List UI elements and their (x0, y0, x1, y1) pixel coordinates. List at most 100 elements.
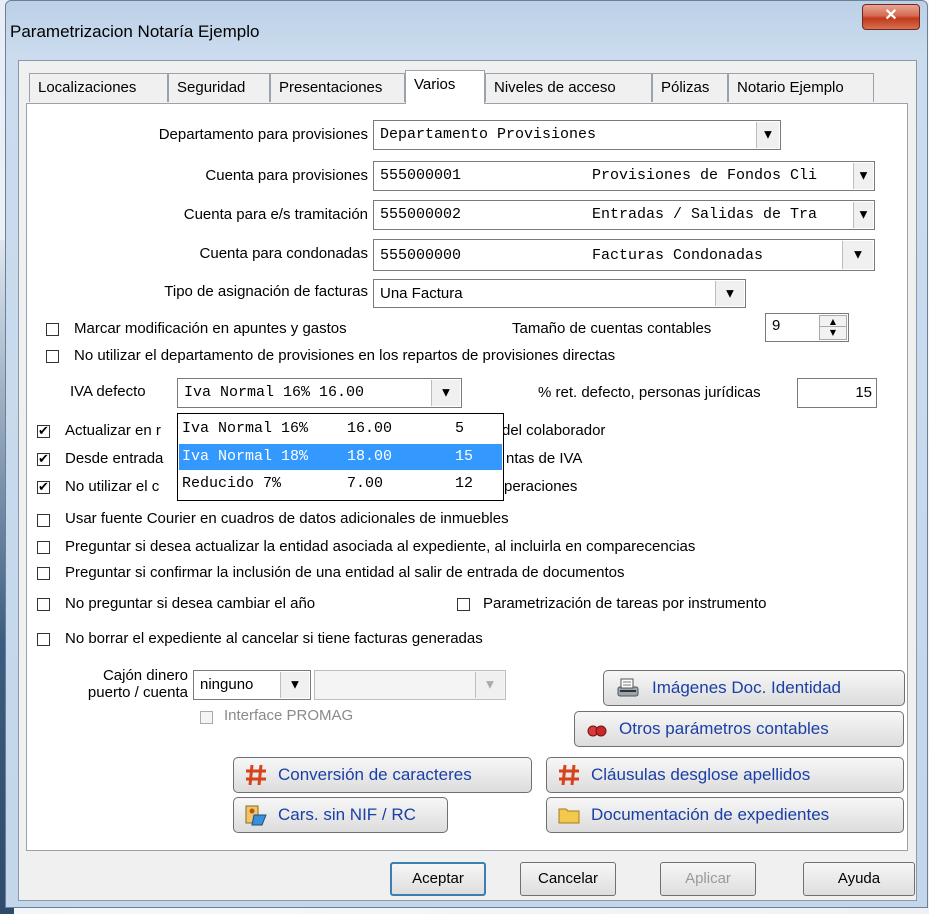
puerto-cuenta-select: ▼ (314, 670, 506, 700)
aplicar-button: Aplicar (660, 862, 756, 896)
actualizar-label: Actualizar en r (65, 422, 161, 439)
cuenta-provisiones-label: Cuenta para provisiones (205, 167, 368, 184)
chevron-down-icon[interactable]: ▼ (853, 202, 873, 228)
cuenta-tramitacion-desc: Entradas / Salidas de Tra (592, 206, 818, 223)
iva-option-7[interactable]: Reducido 7% 7.00 12 (179, 471, 502, 497)
coins-icon (587, 725, 607, 737)
cuenta-provisiones-code: 555000001 (380, 167, 462, 184)
tamano-cuentas-label: Tamaño de cuentas contables (512, 320, 712, 337)
no-utilizar-c-checkbox[interactable]: ✔ (37, 481, 50, 494)
cuenta-tramitacion-label: Cuenta para e/s tramitación (183, 206, 368, 223)
cuenta-tramitacion-select[interactable]: 555000002 Entradas / Salidas de Tra ▼ (373, 200, 875, 230)
conversion-caracteres-button[interactable]: Conversión de caracteres (233, 757, 532, 793)
parametrizacion-tareas-label: Parametrización de tareas por instrument… (483, 595, 767, 612)
tipo-asignacion-select[interactable]: Una Factura ▼ (373, 279, 746, 308)
tamano-cuentas-value: 9 (772, 317, 781, 334)
chevron-down-icon[interactable]: ▼ (853, 163, 873, 189)
cuenta-tramitacion-code: 555000002 (380, 206, 462, 223)
chevron-down-icon: ▼ (475, 672, 504, 698)
preguntar-entidad-checkbox[interactable] (37, 541, 50, 554)
tab-localizaciones[interactable]: Localizaciones (29, 73, 168, 102)
preguntar-confirmar-checkbox[interactable] (37, 567, 50, 580)
no-utilizar-c-label: No utilizar el c (65, 478, 160, 495)
departamento-label: Departamento para provisiones (158, 126, 368, 143)
cuenta-condonadas-select[interactable]: 555000000 Facturas Condonadas ▼ (373, 239, 875, 271)
hash-icon (559, 764, 579, 786)
chevron-down-icon[interactable]: ▼ (280, 672, 309, 698)
cuenta-condonadas-code: 555000000 (380, 247, 462, 264)
cuenta-condonadas-label: Cuenta para condonadas (199, 245, 368, 262)
iva-option-16[interactable]: Iva Normal 16% 16.00 5 (179, 416, 502, 442)
no-borrar-checkbox[interactable] (37, 633, 50, 646)
promag-label: Interface PROMAG (224, 707, 354, 724)
tab-varios[interactable]: Varios (405, 70, 485, 104)
chevron-down-icon[interactable]: ▼ (431, 380, 460, 406)
no-preguntar-anio-label: No preguntar si desea cambiar el año (65, 595, 316, 612)
tab-niveles-acceso[interactable]: Niveles de acceso (485, 73, 652, 102)
tab-presentaciones[interactable]: Presentaciones (270, 73, 405, 102)
tab-polizas[interactable]: Pólizas (652, 73, 728, 102)
cars-sin-nif-button[interactable]: Cars. sin NIF / RC (233, 797, 448, 833)
marcar-label: Marcar modificación en apuntes y gastos (74, 320, 347, 337)
clausulas-label: Cláusulas desglose apellidos (591, 765, 811, 784)
spin-down-icon[interactable]: ▼ (819, 326, 847, 340)
departamento-select[interactable]: Departamento Provisiones ▼ (373, 120, 781, 150)
cuenta-provisiones-desc: Provisiones de Fondos Cli (592, 167, 818, 184)
tamano-cuentas-spinner[interactable]: 9 ▲ ▼ (765, 313, 849, 342)
close-button[interactable]: ✕ (862, 4, 920, 30)
cajon-dinero-value: ninguno (200, 676, 254, 693)
no-utilizar-departamento-checkbox[interactable] (46, 350, 59, 363)
documentacion-label: Documentación de expedientes (591, 805, 830, 824)
tab-notario-ejemplo[interactable]: Notario Ejemplo (728, 73, 874, 102)
courier-checkbox[interactable] (37, 514, 50, 527)
imagenes-doc-label: Imágenes Doc. Identidad (652, 678, 842, 697)
cajon-dinero-select[interactable]: ninguno ▼ (193, 670, 311, 700)
actualizar-checkbox[interactable]: ✔ (37, 425, 50, 438)
conversion-caracteres-label: Conversión de caracteres (278, 765, 472, 784)
courier-label: Usar fuente Courier en cuadros de datos … (65, 510, 509, 527)
chevron-down-icon[interactable]: ▼ (756, 122, 779, 148)
promag-checkbox (200, 711, 213, 724)
no-borrar-label: No borrar el expediente al cancelar si t… (65, 630, 483, 647)
iva-defecto-select[interactable]: Iva Normal 16% 16.00 ▼ (177, 378, 462, 408)
parametrizacion-tareas-checkbox[interactable] (457, 598, 470, 611)
ret-defecto-label: % ret. defecto, personas jurídicas (538, 384, 761, 401)
cars-sin-nif-label: Cars. sin NIF / RC (278, 805, 416, 824)
iva-option-18[interactable]: Iva Normal 18% 18.00 15 (179, 444, 502, 470)
documentacion-button[interactable]: Documentación de expedientes (546, 797, 904, 833)
id-card-icon (245, 805, 267, 826)
no-preguntar-anio-checkbox[interactable] (37, 598, 50, 611)
tipo-asignacion-value: Una Factura (380, 285, 463, 302)
no-utilizar-c-label-end: peraciones (504, 478, 578, 495)
iva-defecto-value: Iva Normal 16% 16.00 (184, 384, 365, 401)
scanner-icon (617, 678, 639, 697)
tab-seguridad[interactable]: Seguridad (168, 73, 270, 102)
imagenes-doc-button[interactable]: Imágenes Doc. Identidad (603, 670, 905, 706)
departamento-value: Departamento Provisiones (380, 126, 597, 143)
iva-dropdown-list: Iva Normal 16% 16.00 5 Iva Normal 18% 18… (177, 413, 504, 501)
otros-parametros-button[interactable]: Otros parámetros contables (574, 711, 904, 747)
iva-defecto-label: IVA defecto (70, 383, 146, 400)
window-title: Parametrizacion Notaría Ejemplo (10, 22, 260, 41)
desde-entrada-checkbox[interactable]: ✔ (37, 453, 50, 466)
no-utilizar-departamento-label: No utilizar el departamento de provision… (74, 347, 616, 364)
chevron-down-icon[interactable]: ▼ (715, 281, 744, 306)
cancelar-button[interactable]: Cancelar (520, 862, 616, 896)
chevron-down-icon[interactable]: ▼ (842, 241, 873, 269)
tipo-asignacion-label: Tipo de asignación de facturas (164, 283, 368, 300)
folder-icon (558, 808, 580, 824)
ret-defecto-value: 15 (855, 384, 872, 401)
otros-parametros-label: Otros parámetros contables (619, 719, 829, 738)
ret-defecto-input[interactable]: 15 (797, 378, 877, 408)
desde-entrada-label-end: ntas de IVA (506, 450, 583, 467)
hash-icon (246, 764, 266, 786)
ayuda-button[interactable]: Ayuda (803, 862, 915, 896)
clausulas-button[interactable]: Cláusulas desglose apellidos (546, 757, 904, 793)
actualizar-label-end: del colaborador (502, 422, 606, 439)
aceptar-button[interactable]: Aceptar (390, 862, 486, 896)
preguntar-confirmar-label: Preguntar si confirmar la inclusión de u… (65, 564, 625, 581)
cuenta-condonadas-desc: Facturas Condonadas (592, 247, 764, 264)
cuenta-provisiones-select[interactable]: 555000001 Provisiones de Fondos Cli ▼ (373, 161, 875, 191)
marcar-checkbox[interactable] (46, 323, 59, 336)
preguntar-entidad-label: Preguntar si desea actualizar la entidad… (65, 538, 696, 555)
